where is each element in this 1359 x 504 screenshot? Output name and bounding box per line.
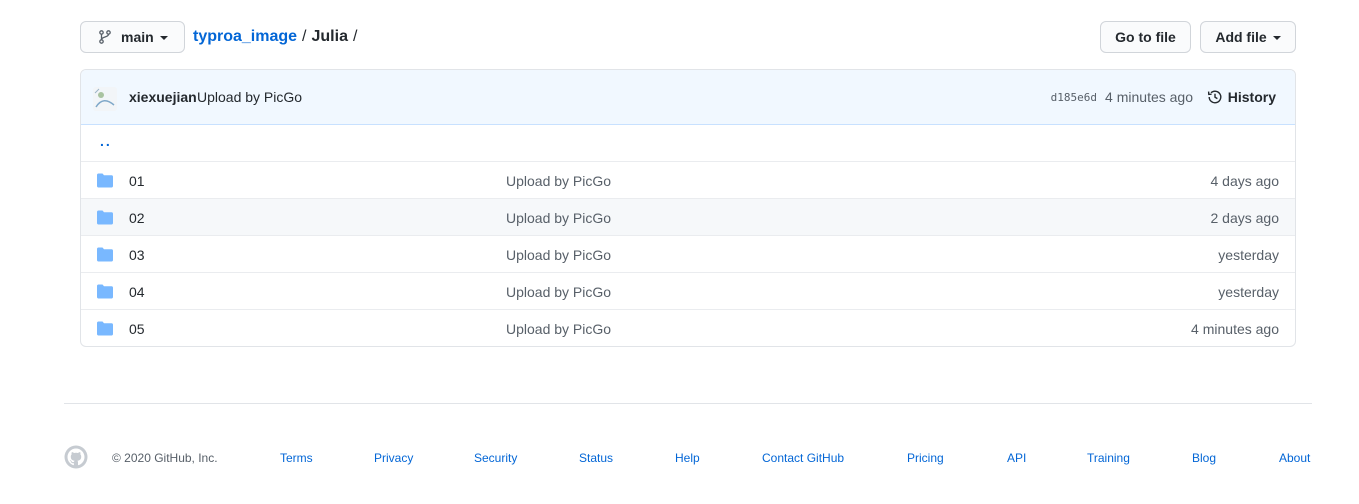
commit-age: 2 days ago — [1210, 210, 1280, 226]
history-clock-icon — [1207, 89, 1223, 105]
folder-icon — [97, 210, 113, 225]
footer-link-contact-github[interactable]: Contact GitHub — [762, 451, 844, 465]
avatar[interactable] — [93, 87, 117, 111]
history-label: History — [1227, 89, 1276, 105]
commit-author-link[interactable]: xiexuejian — [129, 89, 197, 105]
folder-name-link[interactable]: 04 — [129, 284, 145, 300]
folder-icon — [97, 284, 113, 299]
copyright-text: © 2020 GitHub, Inc. — [112, 451, 218, 465]
breadcrumb-separator: / — [352, 28, 358, 45]
commit-sha-link[interactable]: d185e6d — [1051, 91, 1097, 104]
commit-age: yesterday — [1218, 247, 1279, 263]
chevron-down-icon — [159, 36, 168, 40]
history-link[interactable]: History — [1207, 89, 1276, 105]
add-file-label: Add file — [1215, 29, 1267, 45]
footer-link-training[interactable]: Training — [1087, 451, 1130, 465]
chevron-down-icon — [1272, 36, 1281, 40]
file-list-box: xiexuejian Upload by PicGo d185e6d 4 min… — [80, 69, 1296, 347]
breadcrumb-current-dir: Julia — [311, 28, 348, 45]
folder-icon — [97, 321, 113, 336]
folder-name-link[interactable]: 01 — [129, 173, 145, 189]
file-rows: .. 01 Upload by PicGo 4 days ago 02 Uplo… — [81, 125, 1295, 346]
footer-link-status[interactable]: Status — [579, 451, 613, 465]
add-file-button[interactable]: Add file — [1200, 21, 1296, 53]
commit-age: yesterday — [1218, 284, 1279, 300]
folder-name-link[interactable]: 02 — [129, 210, 145, 226]
github-logo-icon[interactable] — [64, 445, 88, 469]
file-navigation: main typroa_image / Julia / Go to file A… — [80, 21, 1296, 53]
table-row: 01 Upload by PicGo 4 days ago — [81, 161, 1295, 198]
branch-select-button[interactable]: main — [80, 21, 185, 53]
go-to-file-button[interactable]: Go to file — [1100, 21, 1191, 53]
table-row: 02 Upload by PicGo 2 days ago — [81, 198, 1295, 235]
footer: © 2020 GitHub, Inc. Terms Privacy Securi… — [64, 444, 1312, 472]
folder-name-link[interactable]: 03 — [129, 247, 145, 263]
breadcrumb-separator: / — [302, 28, 307, 45]
commit-age: 4 minutes ago — [1191, 321, 1279, 337]
branch-label: main — [121, 29, 154, 45]
footer-divider — [64, 403, 1312, 404]
commit-message-link[interactable]: Upload by PicGo — [506, 321, 611, 337]
commit-age: 4 days ago — [1210, 173, 1280, 189]
folder-icon — [97, 247, 113, 262]
footer-link-security[interactable]: Security — [474, 451, 517, 465]
footer-link-about[interactable]: About — [1279, 451, 1310, 465]
footer-link-pricing[interactable]: Pricing — [907, 451, 944, 465]
commit-message-link[interactable]: Upload by PicGo — [506, 247, 611, 263]
breadcrumb: typroa_image / Julia / — [193, 21, 362, 53]
commit-message-link[interactable]: Upload by PicGo — [197, 89, 302, 105]
footer-link-api[interactable]: API — [1007, 451, 1026, 465]
footer-link-privacy[interactable]: Privacy — [374, 451, 413, 465]
footer-link-help[interactable]: Help — [675, 451, 700, 465]
table-row: 05 Upload by PicGo 4 minutes ago — [81, 309, 1295, 346]
latest-commit-bar: xiexuejian Upload by PicGo d185e6d 4 min… — [81, 70, 1295, 125]
parent-directory-link[interactable]: .. — [100, 133, 112, 149]
footer-link-terms[interactable]: Terms — [280, 451, 313, 465]
footer-link-blog[interactable]: Blog — [1192, 451, 1216, 465]
table-row: 03 Upload by PicGo yesterday — [81, 235, 1295, 272]
folder-icon — [97, 173, 113, 188]
breadcrumb-repo-link[interactable]: typroa_image — [193, 28, 297, 46]
git-branch-icon — [97, 29, 113, 45]
commit-message-link[interactable]: Upload by PicGo — [506, 173, 611, 189]
commit-message-link[interactable]: Upload by PicGo — [506, 210, 611, 226]
commit-message-link[interactable]: Upload by PicGo — [506, 284, 611, 300]
commit-age: 4 minutes ago — [1105, 89, 1193, 105]
folder-name-link[interactable]: 05 — [129, 321, 145, 337]
parent-directory-row: .. — [81, 125, 1295, 161]
table-row: 04 Upload by PicGo yesterday — [81, 272, 1295, 309]
